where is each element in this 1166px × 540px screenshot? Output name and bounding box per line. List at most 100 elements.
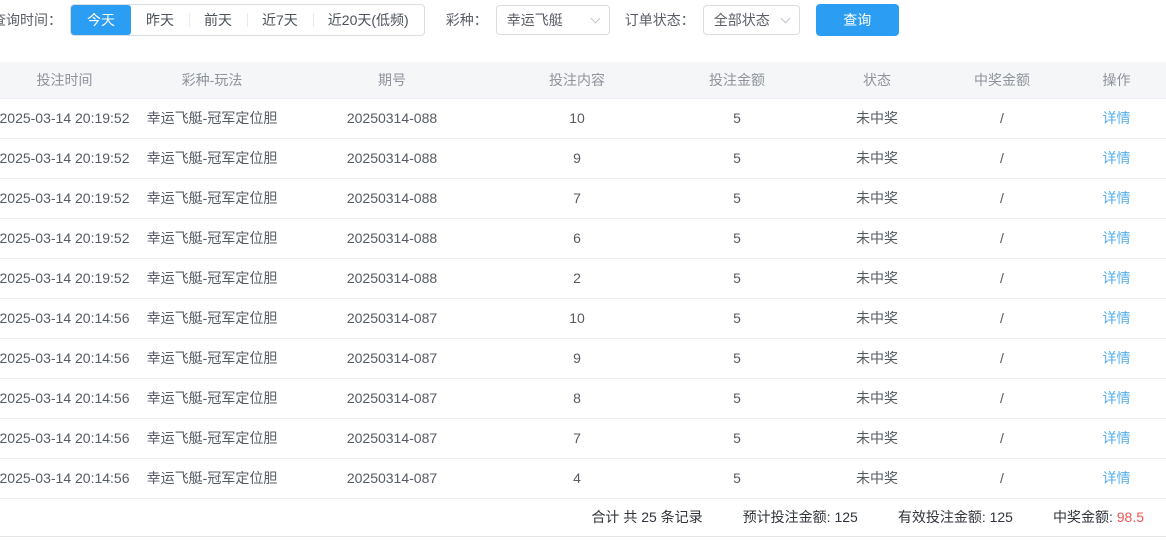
time-filter-group: 今天昨天前天近7天近20天(低频) — [70, 4, 425, 36]
order-status-select[interactable]: 全部状态 — [703, 5, 800, 35]
cell-bet-amount: 5 — [657, 378, 817, 418]
table-row: 2025-03-14 20:14:56幸运飞艇-冠军定位胆20250314-08… — [0, 378, 1166, 418]
cell-action: 详情 — [1067, 458, 1166, 498]
cell-bet-content: 7 — [497, 418, 657, 458]
cell-bet-amount: 5 — [657, 458, 817, 498]
cell-issue: 20250314-088 — [287, 258, 497, 298]
query-button[interactable]: 查询 — [816, 4, 899, 36]
cell-bet-content: 6 — [497, 218, 657, 258]
cell-play: 幸运飞艇-冠军定位胆 — [137, 338, 287, 378]
cell-status: 未中奖 — [817, 418, 937, 458]
cell-status: 未中奖 — [817, 458, 937, 498]
cell-win-amount: / — [937, 98, 1067, 138]
column-header-6: 中奖金额 — [937, 62, 1067, 98]
detail-link[interactable]: 详情 — [1103, 230, 1131, 246]
cell-play: 幸运飞艇-冠军定位胆 — [137, 298, 287, 338]
detail-link[interactable]: 详情 — [1103, 270, 1131, 286]
lottery-select[interactable]: 幸运飞艇 — [496, 5, 610, 35]
cell-play: 幸运飞艇-冠军定位胆 — [137, 218, 287, 258]
cell-bet-time: 2025-03-14 20:14:56 — [0, 378, 137, 418]
orders-table: 投注时间彩种-玩法期号投注内容投注金额状态中奖金额操作 2025-03-14 2… — [0, 62, 1166, 499]
cell-action: 详情 — [1067, 298, 1166, 338]
cell-win-amount: / — [937, 378, 1067, 418]
table-row: 2025-03-14 20:14:56幸运飞艇-冠军定位胆20250314-08… — [0, 298, 1166, 338]
cell-issue: 20250314-088 — [287, 178, 497, 218]
cell-action: 详情 — [1067, 98, 1166, 138]
time-option-3[interactable]: 近7天 — [247, 5, 313, 35]
time-option-0[interactable]: 今天 — [71, 5, 131, 35]
column-header-3: 投注内容 — [497, 62, 657, 98]
cell-bet-amount: 5 — [657, 218, 817, 258]
cell-status: 未中奖 — [817, 298, 937, 338]
cell-bet-time: 2025-03-14 20:14:56 — [0, 298, 137, 338]
cell-status: 未中奖 — [817, 378, 937, 418]
lottery-select-value: 幸运飞艇 — [507, 10, 563, 30]
detail-link[interactable]: 详情 — [1103, 390, 1131, 406]
cell-status: 未中奖 — [817, 258, 937, 298]
cell-bet-amount: 5 — [657, 258, 817, 298]
cell-play: 幸运飞艇-冠军定位胆 — [137, 98, 287, 138]
order-status-select-value: 全部状态 — [714, 10, 770, 30]
cell-issue: 20250314-088 — [287, 98, 497, 138]
valid-bet-amount-value: 125 — [990, 509, 1013, 525]
cell-bet-amount: 5 — [657, 418, 817, 458]
cell-action: 详情 — [1067, 258, 1166, 298]
chevron-down-icon — [590, 13, 600, 23]
cell-bet-time: 2025-03-14 20:19:52 — [0, 138, 137, 178]
cell-issue: 20250314-087 — [287, 418, 497, 458]
column-header-1: 彩种-玩法 — [137, 62, 287, 98]
detail-link[interactable]: 详情 — [1103, 110, 1131, 126]
table-header-row: 投注时间彩种-玩法期号投注内容投注金额状态中奖金额操作 — [0, 62, 1166, 98]
valid-bet-amount-label: 有效投注金额: — [898, 509, 986, 525]
cell-bet-amount: 5 — [657, 98, 817, 138]
cell-status: 未中奖 — [817, 138, 937, 178]
win-amount-value: 98.5 — [1117, 509, 1144, 525]
detail-link[interactable]: 详情 — [1103, 310, 1131, 326]
time-option-4[interactable]: 近20天(低频) — [313, 5, 424, 35]
time-option-2[interactable]: 前天 — [189, 5, 247, 35]
table-row: 2025-03-14 20:19:52幸运飞艇-冠军定位胆20250314-08… — [0, 218, 1166, 258]
detail-link[interactable]: 详情 — [1103, 470, 1131, 486]
table-body: 2025-03-14 20:19:52幸运飞艇-冠军定位胆20250314-08… — [0, 98, 1166, 498]
cell-issue: 20250314-088 — [287, 218, 497, 258]
time-option-1[interactable]: 昨天 — [131, 5, 189, 35]
column-header-0: 投注时间 — [0, 62, 137, 98]
cell-issue: 20250314-087 — [287, 298, 497, 338]
table-row: 2025-03-14 20:19:52幸运飞艇-冠军定位胆20250314-08… — [0, 258, 1166, 298]
detail-link[interactable]: 详情 — [1103, 150, 1131, 166]
cell-issue: 20250314-087 — [287, 338, 497, 378]
table-row: 2025-03-14 20:19:52幸运飞艇-冠军定位胆20250314-08… — [0, 138, 1166, 178]
cell-bet-content: 9 — [497, 338, 657, 378]
orders-table-wrap: 投注时间彩种-玩法期号投注内容投注金额状态中奖金额操作 2025-03-14 2… — [0, 62, 1166, 499]
cell-action: 详情 — [1067, 178, 1166, 218]
cell-status: 未中奖 — [817, 178, 937, 218]
cell-status: 未中奖 — [817, 98, 937, 138]
cell-bet-time: 2025-03-14 20:19:52 — [0, 178, 137, 218]
cell-win-amount: / — [937, 178, 1067, 218]
cell-play: 幸运飞艇-冠军定位胆 — [137, 138, 287, 178]
cell-play: 幸运飞艇-冠军定位胆 — [137, 418, 287, 458]
column-header-4: 投注金额 — [657, 62, 817, 98]
column-header-2: 期号 — [287, 62, 497, 98]
table-row: 2025-03-14 20:14:56幸运飞艇-冠军定位胆20250314-08… — [0, 338, 1166, 378]
cell-win-amount: / — [937, 458, 1067, 498]
cell-bet-time: 2025-03-14 20:14:56 — [0, 338, 137, 378]
cell-action: 详情 — [1067, 138, 1166, 178]
order-query-page: 查询时间： 今天昨天前天近7天近20天(低频) 彩种： 幸运飞艇 订单状态： 全… — [0, 4, 1166, 537]
detail-link[interactable]: 详情 — [1103, 430, 1131, 446]
detail-link[interactable]: 详情 — [1103, 190, 1131, 206]
detail-link[interactable]: 详情 — [1103, 350, 1131, 366]
cell-win-amount: / — [937, 218, 1067, 258]
cell-issue: 20250314-087 — [287, 378, 497, 418]
cell-action: 详情 — [1067, 378, 1166, 418]
cell-win-amount: / — [937, 298, 1067, 338]
cell-bet-time: 2025-03-14 20:19:52 — [0, 98, 137, 138]
cell-bet-content: 9 — [497, 138, 657, 178]
cell-bet-amount: 5 — [657, 338, 817, 378]
order-status-label: 订单状态： — [625, 10, 695, 30]
cell-bet-time: 2025-03-14 20:14:56 — [0, 458, 137, 498]
cell-win-amount: / — [937, 418, 1067, 458]
cell-bet-content: 2 — [497, 258, 657, 298]
summary-bar: 合计 共 25 条记录 预计投注金额: 125 有效投注金额: 125 中奖金额… — [0, 499, 1166, 537]
lottery-label: 彩种： — [446, 10, 488, 30]
